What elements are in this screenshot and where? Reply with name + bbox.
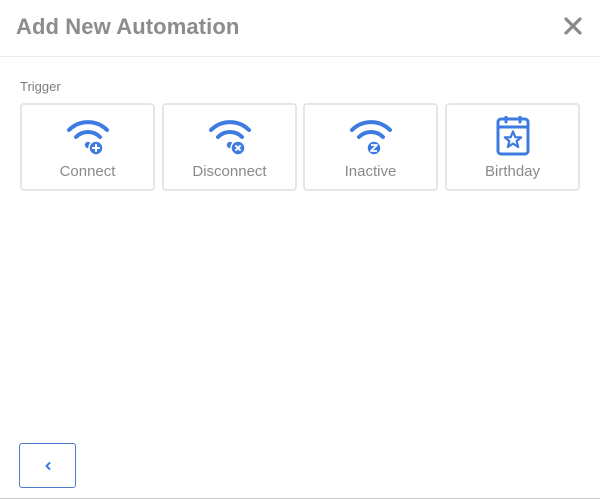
trigger-option-label: Disconnect (192, 163, 267, 180)
trigger-option-inactive[interactable]: Inactive (303, 103, 438, 191)
wifi-plus-icon (66, 120, 109, 156)
add-automation-dialog: Add New Automation Trigger Connect Disco… (0, 0, 600, 499)
back-button[interactable] (19, 443, 76, 488)
trigger-options: Connect Disconnect Inactive Birthday (20, 103, 581, 192)
calendar-star-icon (496, 116, 529, 156)
trigger-option-label: Birthday (484, 163, 541, 180)
trigger-option-label: Connect (59, 163, 116, 180)
trigger-option-label: Inactive (344, 163, 397, 180)
close-icon (564, 17, 582, 35)
close-button[interactable] (562, 15, 584, 37)
dialog-header: Add New Automation (0, 0, 600, 57)
chevron-left-icon (45, 461, 50, 470)
trigger-option-connect[interactable]: Connect (20, 103, 155, 191)
wifi-x-icon (208, 120, 251, 156)
wifi-sleep-icon (349, 120, 392, 156)
trigger-option-birthday[interactable]: Birthday (445, 103, 580, 191)
trigger-section-label: Trigger (20, 79, 61, 94)
trigger-option-disconnect[interactable]: Disconnect (162, 103, 297, 191)
dialog-title: Add New Automation (16, 14, 240, 39)
